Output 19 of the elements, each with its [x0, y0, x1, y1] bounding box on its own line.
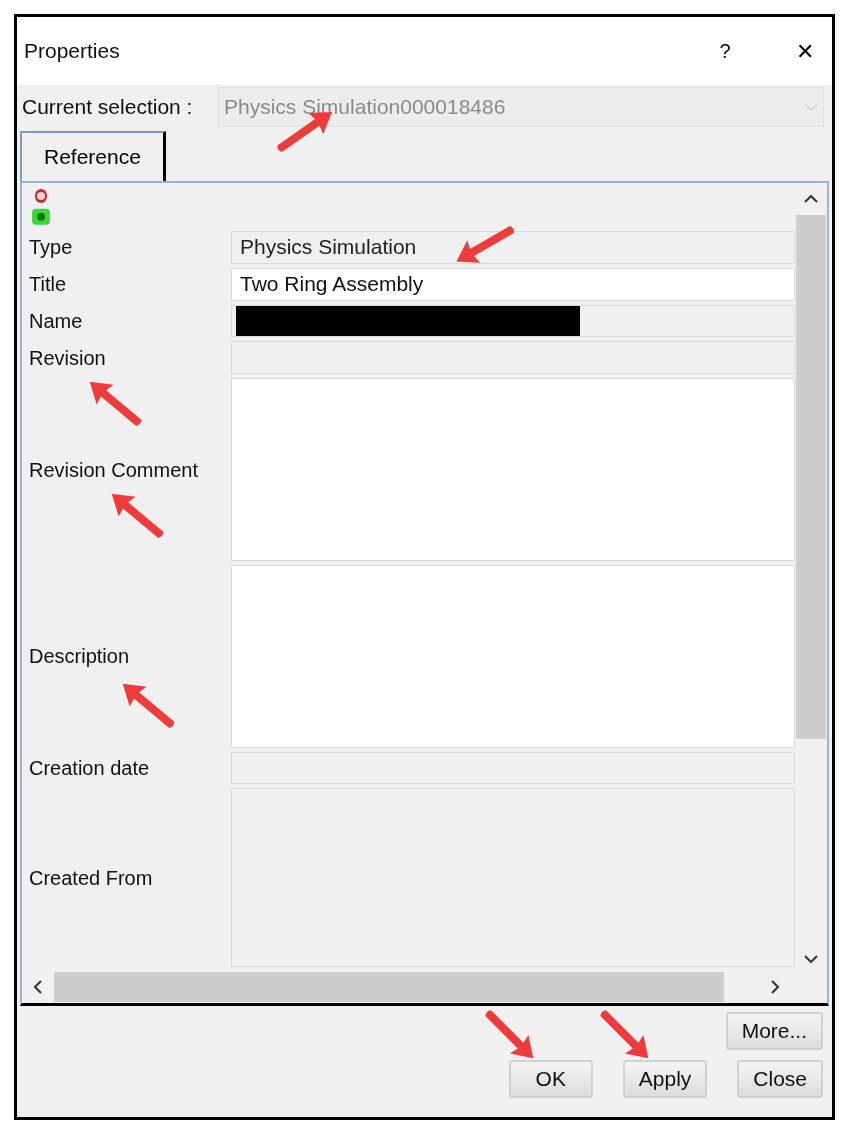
more-button[interactable]: More...: [725, 1012, 823, 1050]
tab[interactable]: Reference: [20, 131, 166, 181]
field-label: Name: [29, 309, 83, 335]
dialog-button[interactable]: Apply: [622, 1060, 708, 1098]
input-field[interactable]: Two Ring Assembly: [231, 267, 795, 301]
field-label: Creation date: [29, 755, 150, 781]
field-label: Revision: [29, 345, 106, 371]
dialog-button[interactable]: OK: [508, 1060, 593, 1098]
field-label: Title: [29, 272, 67, 298]
close-button[interactable]: ✕: [785, 34, 825, 68]
field-label: Revision Comment: [29, 457, 198, 483]
field-label: Created From: [29, 865, 153, 891]
field-label: Description: [29, 644, 130, 670]
read-only-field: Physics Simulation: [231, 230, 795, 264]
help-button[interactable]: ?: [705, 36, 745, 66]
dialog-button[interactable]: Close: [737, 1060, 823, 1098]
current-selection-label: Current selection :: [22, 94, 194, 121]
field-label: Type: [29, 235, 73, 261]
window-title: Properties: [24, 38, 121, 65]
